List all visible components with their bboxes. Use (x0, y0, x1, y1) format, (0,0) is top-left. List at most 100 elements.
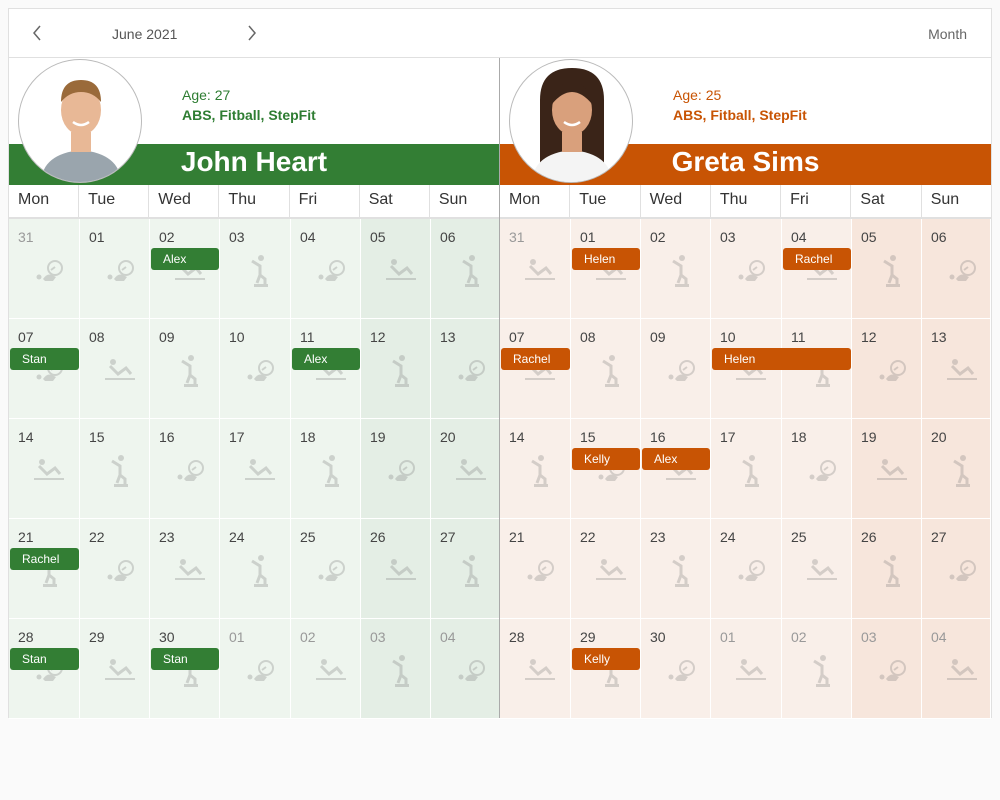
appointment[interactable]: Rachel (501, 348, 570, 370)
fitball-icon (172, 453, 208, 489)
view-switcher[interactable]: Month (928, 26, 967, 42)
abs-icon (522, 653, 558, 689)
appointment[interactable]: Alex (292, 348, 360, 370)
day-cell[interactable]: 27 (431, 519, 500, 619)
day-cell[interactable]: 14 (500, 419, 571, 519)
day-cell[interactable]: 26 (852, 519, 922, 619)
appointment[interactable]: Stan (10, 648, 79, 670)
day-number: 31 (509, 229, 525, 245)
day-cell[interactable]: 10 (220, 319, 291, 419)
weekday-cell: Sat (360, 185, 430, 219)
appointment[interactable]: Alex (642, 448, 710, 470)
day-cell[interactable]: 28 (500, 619, 571, 719)
day-cell[interactable]: 12 (361, 319, 431, 419)
stepfit-icon (313, 453, 349, 489)
day-cell[interactable]: 26 (361, 519, 431, 619)
chevron-right-icon[interactable] (240, 21, 264, 45)
day-number: 15 (89, 429, 105, 445)
fitball-icon (522, 553, 558, 589)
day-cell[interactable]: 04 (431, 619, 500, 719)
fitball-icon (944, 553, 980, 589)
day-number: 01 (229, 629, 245, 645)
day-cell[interactable]: 01 (711, 619, 782, 719)
appointment[interactable]: Kelly (572, 648, 640, 670)
day-cell[interactable]: 08 (80, 319, 150, 419)
day-cell[interactable]: 14 (9, 419, 80, 519)
day-cell[interactable]: 25 (782, 519, 852, 619)
day-cell[interactable]: 09 (150, 319, 220, 419)
appointment[interactable]: Helen (712, 348, 851, 370)
day-cell[interactable]: 13 (922, 319, 991, 419)
day-cell[interactable]: 19 (852, 419, 922, 519)
abs-icon (944, 353, 980, 389)
day-cell[interactable]: 09 (641, 319, 711, 419)
period-label[interactable]: June 2021 (112, 26, 177, 42)
day-cell[interactable]: 13 (431, 319, 500, 419)
day-cell[interactable]: 01 (220, 619, 291, 719)
abs-icon (313, 653, 349, 689)
day-number: 24 (229, 529, 245, 545)
day-number: 02 (159, 229, 175, 245)
day-number: 06 (440, 229, 456, 245)
day-cell[interactable]: 03 (361, 619, 431, 719)
day-cell[interactable]: 20 (922, 419, 991, 519)
day-number: 31 (18, 229, 34, 245)
appointment[interactable]: Kelly (572, 448, 640, 470)
day-cell[interactable]: 15 (80, 419, 150, 519)
day-cell[interactable]: 22 (571, 519, 641, 619)
day-number: 19 (370, 429, 386, 445)
day-cell[interactable]: 05 (852, 219, 922, 319)
day-cell[interactable]: 29 (80, 619, 150, 719)
day-cell[interactable]: 21 (500, 519, 571, 619)
day-cell[interactable]: 03 (220, 219, 291, 319)
day-cell[interactable]: 12 (852, 319, 922, 419)
day-cell[interactable]: 23 (150, 519, 220, 619)
day-cell[interactable]: 24 (220, 519, 291, 619)
day-cell[interactable]: 02 (641, 219, 711, 319)
day-cell[interactable]: 01 (80, 219, 150, 319)
day-cell[interactable]: 17 (711, 419, 782, 519)
day-cell[interactable]: 06 (431, 219, 500, 319)
day-cell[interactable]: 18 (291, 419, 361, 519)
day-cell[interactable]: 24 (711, 519, 782, 619)
day-cell[interactable]: 17 (220, 419, 291, 519)
day-cell[interactable]: 03 (711, 219, 782, 319)
weekday-cell: Wed (149, 185, 220, 219)
day-cell[interactable]: 18 (782, 419, 852, 519)
day-number: 09 (159, 329, 175, 345)
day-cell[interactable]: 05 (361, 219, 431, 319)
day-cell[interactable]: 04 (291, 219, 361, 319)
day-number: 07 (509, 329, 525, 345)
day-number: 05 (370, 229, 386, 245)
day-cell[interactable]: 25 (291, 519, 361, 619)
day-cell[interactable]: 08 (571, 319, 641, 419)
day-number: 26 (370, 529, 386, 545)
day-cell[interactable]: 04 (922, 619, 991, 719)
day-cell[interactable]: 23 (641, 519, 711, 619)
day-cell[interactable]: 02 (291, 619, 361, 719)
day-cell[interactable]: 16 (150, 419, 220, 519)
day-number: 02 (300, 629, 316, 645)
appointment[interactable]: Alex (151, 248, 219, 270)
appointment[interactable]: Stan (10, 348, 79, 370)
day-number: 08 (89, 329, 105, 345)
day-cell[interactable]: 30 (641, 619, 711, 719)
day-cell[interactable]: 22 (80, 519, 150, 619)
day-cell[interactable]: 03 (852, 619, 922, 719)
appointment[interactable]: Rachel (10, 548, 79, 570)
resource-header: John Heart Age: 27 ABS, Fitball, StepFit (9, 58, 499, 185)
day-cell[interactable]: 20 (431, 419, 500, 519)
day-cell[interactable]: 02 (782, 619, 852, 719)
day-number: 03 (720, 229, 736, 245)
day-cell[interactable]: 19 (361, 419, 431, 519)
day-cell[interactable]: 27 (922, 519, 991, 619)
day-cell[interactable]: 31 (9, 219, 80, 319)
appointment[interactable]: Helen (572, 248, 640, 270)
chevron-left-icon[interactable] (25, 21, 49, 45)
day-number: 14 (509, 429, 525, 445)
appointment[interactable]: Stan (151, 648, 219, 670)
appointment[interactable]: Rachel (783, 248, 851, 270)
day-number: 25 (791, 529, 807, 545)
day-cell[interactable]: 31 (500, 219, 571, 319)
day-cell[interactable]: 06 (922, 219, 991, 319)
